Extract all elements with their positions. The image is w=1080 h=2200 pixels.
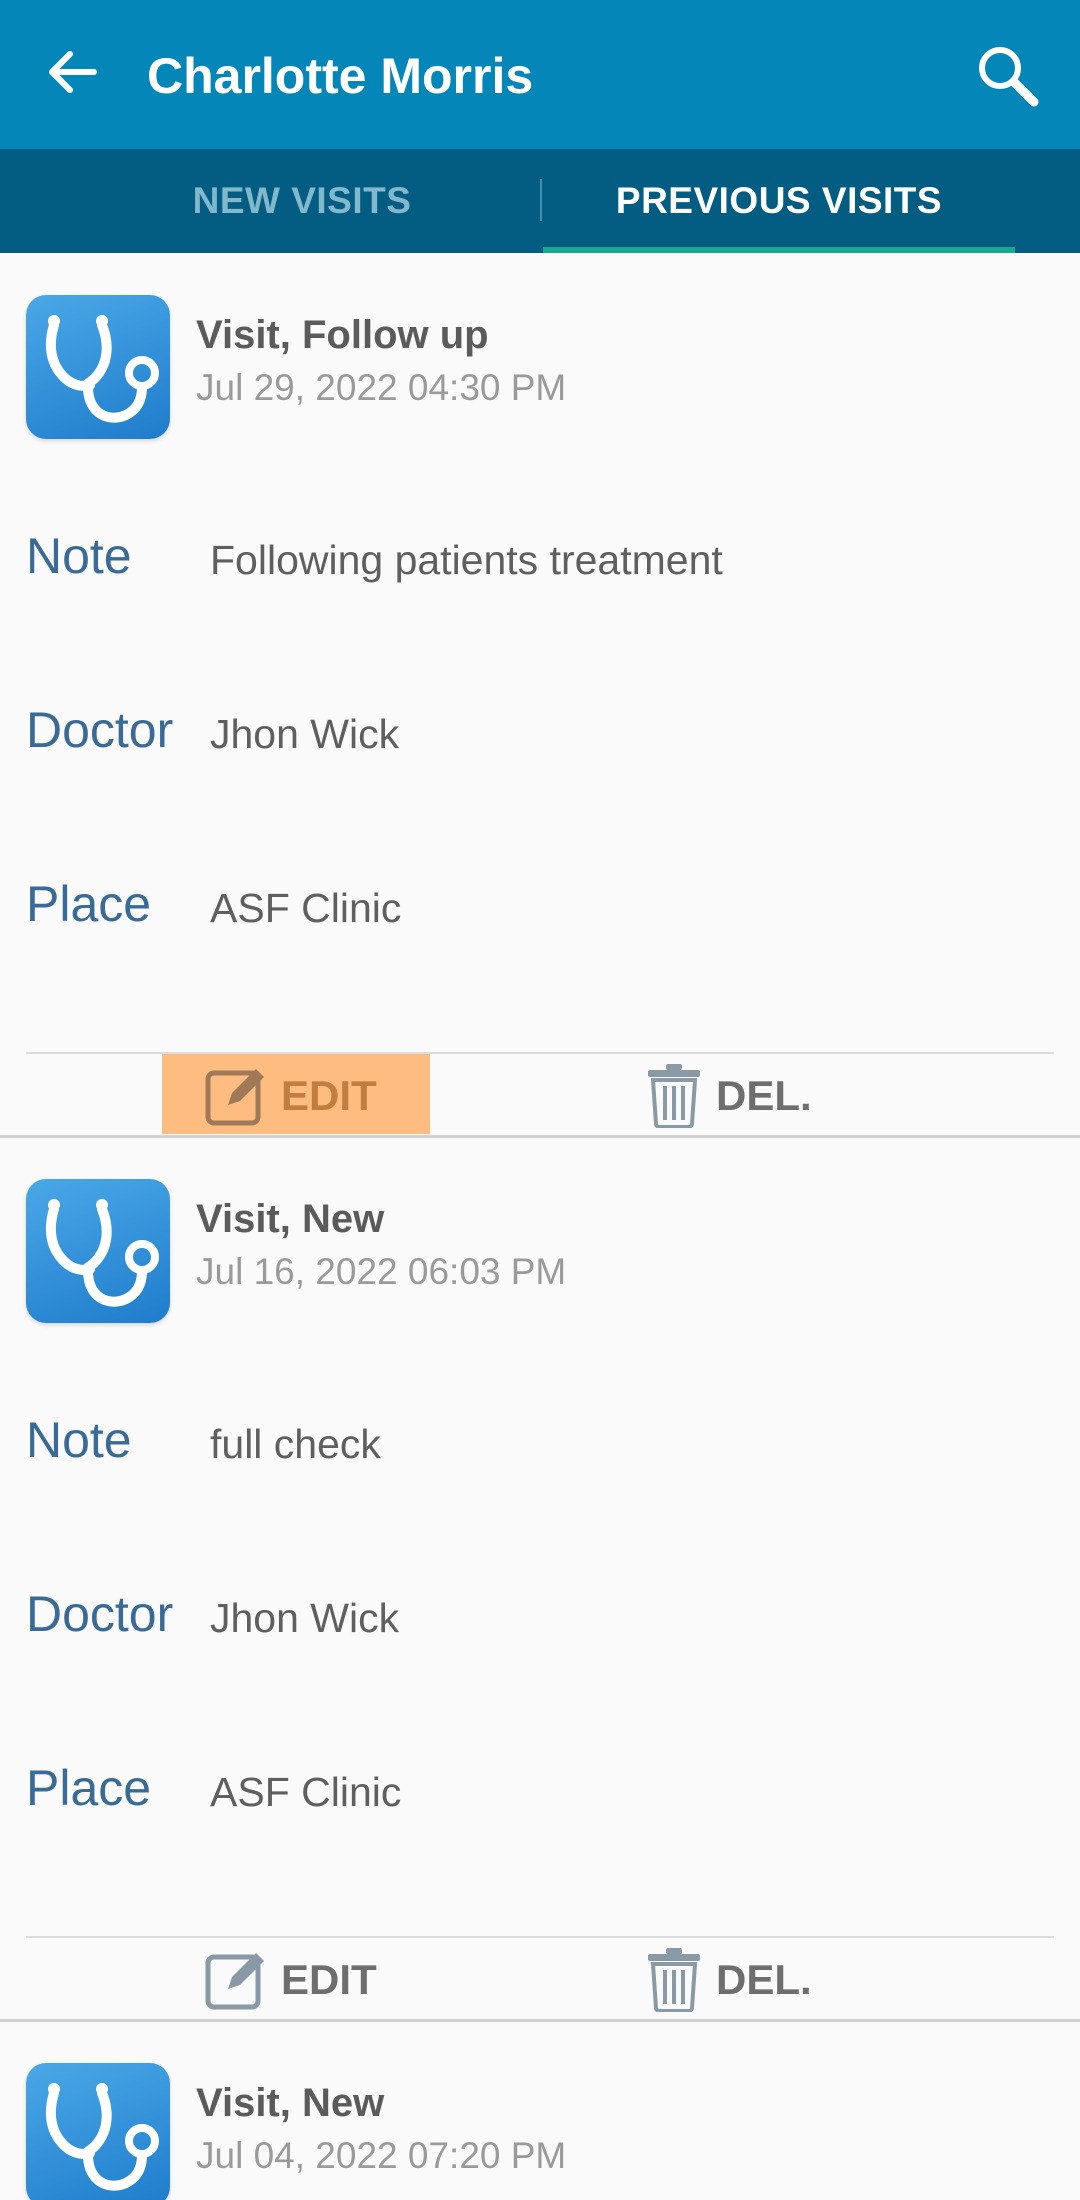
visit-card[interactable]: Visit, New Jul 16, 2022 06:03 PM Note fu… xyxy=(0,1137,1080,2022)
delete-label: DEL. xyxy=(716,1072,812,1119)
trash-icon xyxy=(648,1948,700,2012)
doctor-label: Doctor xyxy=(26,702,174,758)
note-value: Following patients treatment xyxy=(210,537,723,583)
visit-date: Jul 29, 2022 04:30 PM xyxy=(196,367,567,408)
visit-type: Visit, New xyxy=(196,2081,385,2125)
visit-type: Visit, New xyxy=(196,1197,385,1241)
visit-date: Jul 16, 2022 06:03 PM xyxy=(196,1251,567,1292)
stethoscope-icon xyxy=(26,2063,170,2200)
place-label: Place xyxy=(26,876,152,932)
edit-button[interactable]: EDIT xyxy=(162,1938,430,2018)
doctor-value: Jhon Wick xyxy=(210,1595,400,1641)
note-label: Note xyxy=(26,1412,132,1468)
stethoscope-icon xyxy=(26,1179,170,1323)
arrow-left-icon xyxy=(49,51,97,93)
visit-card[interactable]: Visit, Follow up Jul 29, 2022 04:30 PM N… xyxy=(0,253,1080,1138)
tab-previous-visits[interactable]: PREVIOUS VISITS xyxy=(543,149,1015,253)
place-value: ASF Clinic xyxy=(210,885,402,931)
app-bar: Charlotte Morris xyxy=(0,0,1080,149)
trash-icon xyxy=(648,1064,700,1128)
doctor-label: Doctor xyxy=(26,1586,174,1642)
delete-label: DEL. xyxy=(716,1956,812,2003)
tab-divider xyxy=(540,179,542,221)
note-label: Note xyxy=(26,528,132,584)
delete-button[interactable]: DEL. xyxy=(640,1054,840,1134)
search-icon xyxy=(979,47,1039,107)
edit-button[interactable]: EDIT xyxy=(162,1054,430,1134)
doctor-value: Jhon Wick xyxy=(210,711,400,757)
place-value: ASF Clinic xyxy=(210,1769,402,1815)
tab-new-visits[interactable]: NEW VISITS xyxy=(92,149,512,253)
edit-label: EDIT xyxy=(281,1072,377,1119)
edit-icon xyxy=(205,1953,264,2010)
page-title: Charlotte Morris xyxy=(147,48,534,104)
stethoscope-icon xyxy=(26,295,170,439)
edit-icon xyxy=(205,1069,264,1126)
search-button[interactable] xyxy=(972,40,1042,110)
visit-date: Jul 04, 2022 07:20 PM xyxy=(196,2135,567,2176)
visit-card[interactable]: Visit, New Jul 04, 2022 07:20 PM xyxy=(0,2021,1080,2200)
place-label: Place xyxy=(26,1760,152,1816)
delete-button[interactable]: DEL. xyxy=(640,1938,840,2018)
note-value: full check xyxy=(210,1421,381,1467)
tab-bar: NEW VISITS PREVIOUS VISITS xyxy=(0,149,1080,253)
edit-label: EDIT xyxy=(281,1956,377,2003)
back-button[interactable] xyxy=(44,42,104,102)
visit-type: Visit, Follow up xyxy=(196,313,489,357)
